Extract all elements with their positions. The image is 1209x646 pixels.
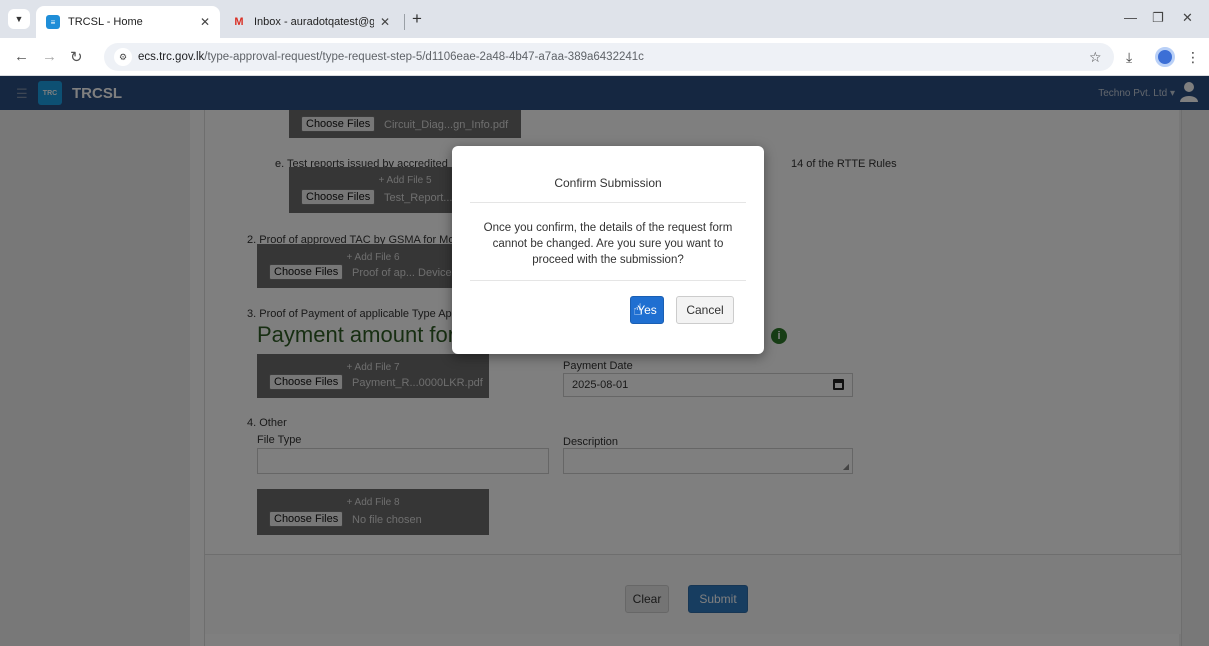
- dialog-title: Confirm Submission: [554, 176, 662, 190]
- dialog-message: Once you confirm, the details of the req…: [483, 222, 733, 266]
- tab-title: TRCSL - Home: [68, 16, 143, 28]
- cancel-button[interactable]: Cancel: [676, 296, 734, 324]
- restore-icon[interactable]: ❐: [1152, 10, 1164, 26]
- divider: [470, 202, 746, 203]
- profile-avatar-icon[interactable]: [1155, 47, 1175, 67]
- gmail-favicon-icon: M: [234, 16, 244, 28]
- window-close-icon[interactable]: ✕: [1182, 10, 1193, 26]
- url-path: /type-approval-request/type-request-step…: [204, 51, 644, 63]
- new-tab-button[interactable]: +: [412, 9, 422, 29]
- bookmark-star-icon[interactable]: ☆: [1089, 49, 1102, 66]
- browser-tab-bar: ▼ ≡ TRCSL - Home ✕ M Inbox - auradotqate…: [0, 0, 1209, 38]
- close-icon[interactable]: ✕: [380, 15, 390, 29]
- tab-search-dropdown-icon[interactable]: ▼: [8, 9, 30, 29]
- close-icon[interactable]: ✕: [200, 15, 210, 29]
- tab-separator: [404, 14, 405, 30]
- download-icon[interactable]: ⤓: [1126, 49, 1132, 66]
- divider: [470, 280, 746, 281]
- url-host: ecs.trc.gov.lk: [138, 51, 205, 63]
- back-arrow-icon[interactable]: ←: [14, 48, 29, 65]
- more-menu-icon[interactable]: ⋮: [1186, 49, 1200, 66]
- site-info-icon[interactable]: ⚙: [114, 48, 132, 66]
- minimize-icon[interactable]: —: [1124, 10, 1137, 25]
- forward-arrow-icon[interactable]: →: [42, 48, 57, 65]
- browser-address-bar: ← → ↻ ⚙ ecs.trc.gov.lk/type-approval-req…: [0, 38, 1209, 76]
- trcsl-favicon-icon: ≡: [46, 15, 60, 29]
- tab-gmail-inbox[interactable]: M Inbox - auradotqatest@gmail.c ✕: [222, 6, 400, 38]
- confirm-submission-dialog: Confirm Submission Once you confirm, the…: [452, 146, 764, 354]
- url-input[interactable]: ⚙ ecs.trc.gov.lk/type-approval-request/t…: [104, 43, 1114, 71]
- tab-title: Inbox - auradotqatest@gmail.c: [254, 16, 374, 28]
- hand-cursor-icon: ☝: [633, 302, 643, 319]
- tab-trcsl-home[interactable]: ≡ TRCSL - Home ✕: [36, 6, 220, 38]
- reload-icon[interactable]: ↻: [70, 48, 83, 66]
